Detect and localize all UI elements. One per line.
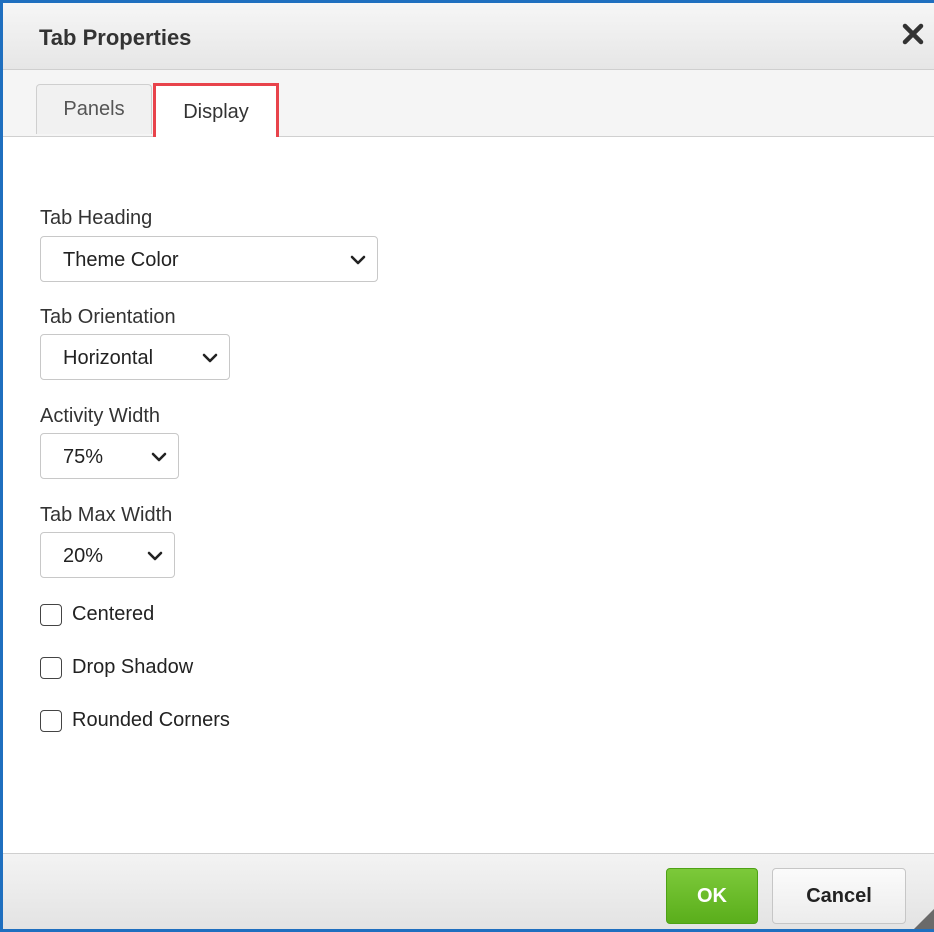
tab-max-width-value: 20% — [63, 545, 104, 567]
tab-properties-dialog: Tab Properties Panels Display Tab Headin… — [0, 0, 934, 932]
dialog-footer: OK Cancel — [3, 853, 934, 929]
display-settings-panel: Tab Heading Theme Color Tab Orientation … — [3, 137, 934, 853]
tab-heading-select[interactable]: Theme Color — [40, 236, 378, 282]
drop-shadow-checkbox[interactable] — [40, 657, 62, 679]
dialog-titlebar[interactable]: Tab Properties — [3, 3, 934, 70]
rounded-corners-checkbox[interactable] — [40, 710, 62, 732]
ok-button[interactable]: OK — [666, 868, 758, 924]
close-icon[interactable] — [898, 19, 928, 49]
dialog-title: Tab Properties — [39, 25, 192, 50]
tab-panels-label: Panels — [63, 98, 125, 120]
tab-panels[interactable]: Panels — [36, 84, 152, 134]
resize-grip-icon[interactable] — [912, 907, 934, 929]
tab-orientation-label: Tab Orientation — [40, 306, 176, 328]
cancel-button[interactable]: Cancel — [772, 868, 906, 924]
tab-orientation-select[interactable]: Horizontal — [40, 334, 230, 380]
chevron-down-icon — [349, 251, 367, 269]
tab-display[interactable]: Display — [155, 84, 277, 140]
rounded-corners-label: Rounded Corners — [72, 709, 230, 731]
tab-heading-label: Tab Heading — [40, 207, 153, 229]
activity-width-value: 75% — [63, 446, 104, 468]
chevron-down-icon — [201, 349, 219, 367]
tab-display-label: Display — [183, 100, 249, 123]
activity-width-select[interactable]: 75% — [40, 433, 179, 479]
tab-orientation-value: Horizontal — [63, 347, 154, 369]
activity-width-label: Activity Width — [40, 405, 161, 427]
centered-checkbox[interactable] — [40, 604, 62, 626]
chevron-down-icon — [146, 547, 164, 565]
chevron-down-icon — [150, 448, 168, 466]
tab-max-width-select[interactable]: 20% — [40, 532, 175, 578]
tab-bar: Panels — [3, 70, 934, 137]
centered-label: Centered — [72, 603, 155, 625]
tab-max-width-label: Tab Max Width — [40, 504, 173, 526]
tab-heading-value: Theme Color — [63, 249, 179, 271]
drop-shadow-label: Drop Shadow — [72, 656, 194, 678]
